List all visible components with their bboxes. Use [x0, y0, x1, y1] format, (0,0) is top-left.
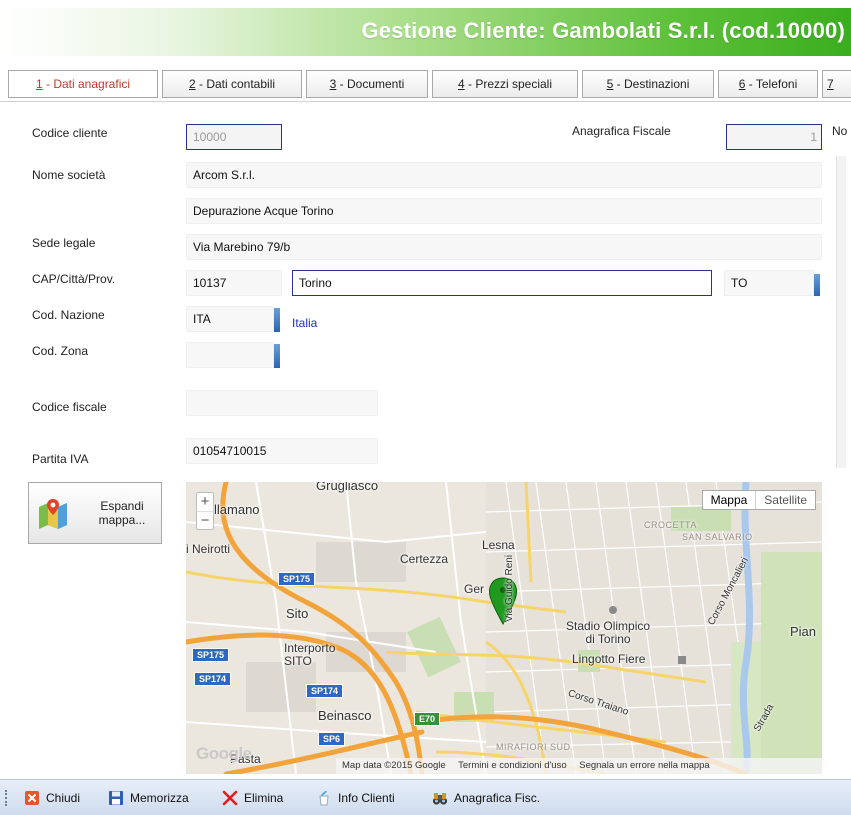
binoculars-icon: [432, 790, 448, 806]
map-label-neirotti: i Neirotti: [186, 542, 231, 556]
codice-cliente-label: Codice cliente: [32, 126, 108, 140]
zona-lookup-button[interactable]: [274, 344, 280, 368]
map-label-villamano: llamano: [214, 502, 260, 517]
map-terms-link[interactable]: Termini e condizioni d'uso: [458, 760, 566, 771]
map-report-link[interactable]: Segnala un errore nella mappa: [579, 760, 709, 771]
road-shield-e70: E70: [414, 712, 441, 726]
tab-7[interactable]: 7: [822, 70, 851, 98]
tab-prezzi-speciali[interactable]: 4 - Prezzi speciali: [432, 70, 578, 98]
map-label-mirafiori: MIRAFIORI SUD: [496, 742, 571, 752]
cod-nazione-field[interactable]: ITA: [186, 306, 274, 332]
map-label-stadio: Stadio Olimpico di Torino: [566, 619, 651, 646]
close-icon: [24, 790, 40, 806]
sede-legale-field[interactable]: Via Marebino 79/b: [186, 234, 822, 260]
map-label-certezza: Certezza: [400, 552, 449, 566]
tab-dati-anagrafici[interactable]: 1 - Dati anagrafici: [8, 70, 158, 98]
cod-zona-label: Cod. Zona: [32, 344, 89, 358]
nome-societa-label: Nome società: [32, 168, 106, 182]
edge-label: No: [832, 124, 848, 138]
codice-fiscale-label: Codice fiscale: [32, 400, 107, 414]
delete-icon: [222, 790, 238, 806]
map-label-gerbido: Ger: [464, 582, 485, 596]
memorizza-button[interactable]: Memorizza: [108, 788, 189, 808]
partita-iva-field[interactable]: 01054710015: [186, 438, 378, 464]
citta-field[interactable]: Torino: [292, 270, 712, 296]
toolbar-grip[interactable]: [5, 790, 7, 806]
map-label-san-salvario: SAN SALVARIO: [682, 532, 753, 542]
cap-field[interactable]: 10137: [186, 270, 282, 296]
provincia-field[interactable]: TO: [724, 270, 814, 296]
zoom-control: + −: [196, 492, 214, 530]
tab-bar: 1 - Dati anagrafici 2 - Dati contabili 3…: [0, 62, 851, 102]
map-label-beinasco: Beinasco: [318, 708, 372, 723]
road-shield-sp174-b: SP174: [306, 684, 344, 698]
form-scrollbar[interactable]: [836, 156, 846, 468]
expand-map-label: Espandi mappa...: [98, 499, 146, 527]
tab-telefoni[interactable]: 6 - Telefoni: [718, 70, 818, 98]
map-type-satellite-button[interactable]: Satellite: [756, 491, 815, 509]
map-icon: [39, 499, 67, 529]
elimina-button[interactable]: Elimina: [222, 788, 283, 808]
cap-citta-prov-label: CAP/Città/Prov.: [32, 272, 116, 286]
nazione-lookup-button[interactable]: [274, 308, 280, 332]
sede-legale-label: Sede legale: [32, 236, 96, 250]
road-shield-sp6: SP6: [318, 732, 346, 746]
tab-destinazioni[interactable]: 5 - Destinazioni: [582, 70, 714, 98]
map-canvas: [186, 482, 822, 774]
zoom-out-button[interactable]: −: [197, 511, 213, 529]
codice-fiscale-field[interactable]: [186, 390, 378, 416]
map-label-lesna: Lesna: [482, 538, 515, 552]
anagrafica-fiscale-label: Anagrafica Fiscale: [572, 124, 671, 138]
provincia-lookup-button[interactable]: [814, 274, 820, 296]
map-type-control: Mappa Satellite: [701, 490, 816, 510]
zoom-in-button[interactable]: +: [197, 493, 213, 511]
bottom-toolbar: Chiudi Memorizza Elimina Info Clienti An…: [0, 779, 851, 815]
nome-societa-field[interactable]: Arcom S.r.l.: [186, 162, 822, 188]
road-shield-sp174-a: SP174: [194, 672, 232, 686]
map-label-via-guido-reni: Via Guido Reni: [504, 554, 515, 622]
map-label-pian: Pian: [790, 624, 817, 639]
map-label-crocetta: CROCETTA: [644, 520, 697, 530]
cod-nazione-label: Cod. Nazione: [32, 308, 105, 322]
info-clienti-button[interactable]: Info Clienti: [316, 788, 395, 808]
google-logo: Google: [196, 744, 252, 763]
map-type-mappa-button[interactable]: Mappa: [703, 491, 757, 509]
anagrafica-fiscale-field[interactable]: 1: [726, 124, 822, 150]
cod-zona-field[interactable]: [186, 342, 274, 368]
road-shield-sp175-a: SP175: [278, 572, 316, 586]
partita-iva-label: Partita IVA: [32, 452, 89, 466]
window-top-strip: [0, 0, 851, 8]
header-banner: Gestione Cliente: Gambolati S.r.l. (cod.…: [0, 8, 851, 56]
map-view[interactable]: + − Mappa Satellite Grugliasco llamano i…: [186, 482, 822, 774]
codice-cliente-field[interactable]: 10000: [186, 124, 282, 150]
info-icon: [316, 790, 332, 806]
map-label-lingotto: Lingotto Fiere: [572, 652, 646, 666]
nazione-description: Italia: [292, 316, 318, 330]
map-label-interporto: Interporto SITO: [284, 641, 336, 668]
map-label-grugliasco: Grugliasco: [316, 482, 379, 493]
page-title: Gestione Cliente: Gambolati S.r.l. (cod.…: [361, 18, 845, 43]
road-shield-sp175-b: SP175: [192, 648, 230, 662]
nome-societa-2-field[interactable]: Depurazione Acque Torino: [186, 198, 822, 224]
anagrafica-fisc-button[interactable]: Anagrafica Fisc.: [432, 788, 540, 808]
map-data-credit: Map data ©2015 Google: [342, 760, 446, 771]
expand-map-button[interactable]: Espandi mappa...: [28, 482, 162, 544]
tab-dati-contabili[interactable]: 2 - Dati contabili: [162, 70, 302, 98]
chiudi-button[interactable]: Chiudi: [24, 788, 80, 808]
tab-documenti[interactable]: 3 - Documenti: [306, 70, 428, 98]
map-footer: Map data ©2015 Google Termini e condizio…: [336, 758, 822, 774]
map-label-sito: Sito: [286, 606, 309, 621]
save-icon: [108, 790, 124, 806]
